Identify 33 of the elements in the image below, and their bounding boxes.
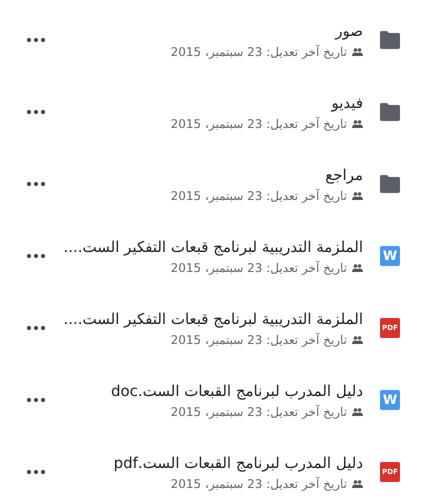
file-name[interactable]: دليل المدرب لبرنامج القبعات الست.doc bbox=[110, 382, 363, 400]
file-name[interactable]: فيديو bbox=[332, 94, 363, 112]
people-icon bbox=[352, 480, 363, 488]
file-name[interactable]: الملزمة التدريبية لبرنامج قبعات التفكير الست.... bbox=[63, 310, 363, 328]
more-icon bbox=[27, 398, 45, 402]
modified-date: تاريخ آخر تعديل: 23 سبتمبر، 2015 bbox=[170, 116, 347, 130]
people-icon bbox=[352, 408, 363, 416]
file-name[interactable]: مراجع bbox=[325, 166, 363, 184]
more-icon bbox=[27, 182, 45, 186]
file-name[interactable]: صور bbox=[335, 22, 363, 40]
modified-date: تاريخ آخر تعديل: 23 سبتمبر، 2015 bbox=[170, 188, 347, 202]
modified-date: تاريخ آخر تعديل: 23 سبتمبر، 2015 bbox=[170, 404, 347, 418]
folder-icon bbox=[379, 31, 401, 49]
folder-icon bbox=[379, 175, 401, 193]
more-icon bbox=[27, 254, 45, 258]
modified-date: تاريخ آخر تعديل: 23 سبتمبر، 2015 bbox=[170, 332, 347, 346]
people-icon bbox=[352, 48, 363, 56]
modified-date: تاريخ آخر تعديل: 23 سبتمبر، 2015 bbox=[170, 476, 347, 490]
word-icon: W bbox=[380, 390, 400, 410]
people-icon bbox=[352, 336, 363, 344]
modified-date: تاريخ آخر تعديل: 23 سبتمبر، 2015 bbox=[170, 44, 347, 58]
more-icon bbox=[27, 326, 45, 330]
modified-date: تاريخ آخر تعديل: 23 سبتمبر، 2015 bbox=[170, 260, 347, 274]
word-icon: W bbox=[380, 246, 400, 266]
more-icon bbox=[27, 470, 45, 474]
people-icon bbox=[352, 192, 363, 200]
more-icon bbox=[27, 110, 45, 114]
people-icon bbox=[352, 120, 363, 128]
file-name[interactable]: الملزمة التدريبية لبرنامج قبعات التفكير الست.... bbox=[63, 238, 363, 256]
people-icon bbox=[352, 264, 363, 272]
folder-icon bbox=[379, 103, 401, 121]
file-name[interactable]: دليل المدرب لبرنامج القبعات الست.pdf bbox=[114, 454, 363, 472]
more-icon bbox=[27, 38, 45, 42]
